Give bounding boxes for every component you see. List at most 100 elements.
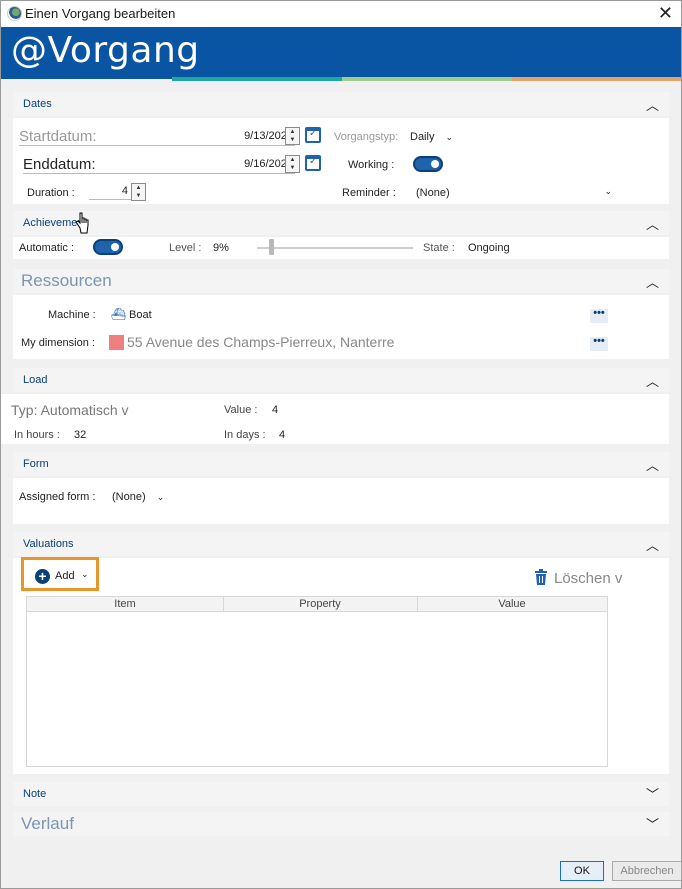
enddatum-label: Enddatum: [23,156,96,173]
level-slider-thumb[interactable] [269,239,274,255]
dimension-more-button[interactable]: ••• [590,336,608,351]
in-hours-value: 32 [74,429,87,441]
section-title-load: Load [23,374,48,386]
chevron-up-icon[interactable]: ︿ [646,214,659,233]
assigned-form-select[interactable]: (None) ⌄ [112,491,164,503]
accent-stripe-teal [172,77,342,81]
enddatum-field[interactable]: Enddatum: 9/16/2021 [23,156,295,174]
delete-button[interactable]: Löschen v [554,570,622,587]
chevron-up-icon[interactable]: ︿ [646,535,659,554]
column-header-item[interactable]: Item [27,598,223,610]
title-bar: Einen Vorgang bearbeiten ✕ [1,1,681,27]
section-header-valuations[interactable]: Valuations ︿ [13,532,669,556]
machine-more-button[interactable]: ••• [590,308,608,323]
hand-cursor-icon [75,212,89,234]
chevron-down-icon: ⌄ [604,186,612,196]
startdatum-stepper[interactable]: ▲ ▼ [285,127,300,145]
close-icon[interactable]: ✕ [658,4,673,22]
reminder-value: (None) [416,187,450,199]
reminder-select[interactable]: (None) ⌄ [416,186,612,199]
section-header-verlauf[interactable]: Verlauf ﹀ [13,812,669,836]
valuations-table[interactable]: Item Property Value [26,596,608,767]
chevron-up-icon[interactable]: ︿ [646,371,659,390]
calendar-icon[interactable] [305,155,321,171]
section-header-ressourcen[interactable]: Ressourcen ︿ [13,269,669,293]
ok-button[interactable]: OK [560,861,604,881]
header-banner: @Vorgang [1,27,681,79]
section-body-form: Assigned form : (None) ⌄ [13,478,669,524]
working-toggle[interactable] [413,156,443,172]
section-body-ressourcen: Machine : ⛴ Boat ••• My dimension : 55 A… [13,295,669,359]
banner-title: @Vorgang [11,30,200,71]
add-label: Add [55,570,75,582]
dialog-window: Einen Vorgang bearbeiten ✕ @Vorgang Date… [0,0,682,889]
automatic-label: Automatic : [19,242,75,254]
section-title-note: Note [23,788,47,800]
level-slider[interactable] [257,247,413,249]
in-hours-label: In hours : [14,429,60,441]
add-valuation-button[interactable]: + Add ⌄ [21,557,99,591]
calendar-icon[interactable] [305,127,321,143]
app-icon [7,6,22,21]
reminder-label: Reminder : [342,187,396,199]
chevron-down-icon: ⌄ [81,569,89,579]
vorgangstyp-label: Vorgangstyp: [334,131,399,143]
chevron-down-icon: ⌄ [445,132,454,142]
section-body-dates: Startdatum: 9/13/2021 ▲▼ Enddatum: 9/16/… [13,118,669,204]
vorgangstyp-select[interactable]: Daily ⌄ [410,131,453,143]
level-value: 9% [213,242,229,254]
column-header-value[interactable]: Value [417,598,607,610]
chevron-up-icon[interactable]: ︿ [646,455,659,474]
duration-label: Duration : [27,187,75,199]
boat-icon: ⛴ [111,307,127,321]
machine-label: Machine : [48,309,96,321]
working-label: Working : [348,159,395,171]
load-value-label: Value : [224,404,258,416]
chevron-down-icon[interactable]: ﹀ [646,814,659,833]
plus-circle-icon: + [35,569,50,584]
in-days-label: In days : [224,429,266,441]
duration-stepper[interactable]: ▲ ▼ [131,183,146,201]
section-title-valuations: Valuations [23,538,74,550]
state-value: Ongoing [468,242,510,254]
section-header-dates[interactable]: Dates ︿ [13,92,669,116]
accent-stripe-orange [512,77,681,81]
section-header-load[interactable]: Load ︿ [13,368,669,392]
window-title: Einen Vorgang bearbeiten [25,6,176,21]
trash-icon [534,569,548,588]
section-title-verlauf: Verlauf [21,814,74,833]
column-header-property[interactable]: Property [223,598,417,610]
table-header: Item Property Value [27,597,607,612]
section-header-note[interactable]: Note ﹀ [13,782,669,806]
chevron-up-icon[interactable]: ︿ [646,272,659,291]
machine-value[interactable]: Boat [129,309,152,321]
dimension-value[interactable]: 55 Avenue des Champs-Pierreux, Nanterre [127,334,394,350]
chevron-down-icon: ⌄ [156,492,165,502]
accent-stripe-green [342,77,512,81]
load-type-select[interactable]: Typ: Automatisch v [11,402,129,418]
enddatum-stepper[interactable]: ▲ ▼ [285,155,300,173]
section-title-form: Form [23,458,49,470]
load-value: 4 [272,404,279,416]
cancel-button[interactable]: Abbrechen [612,861,682,881]
startdatum-field[interactable]: Startdatum: 9/13/2021 [19,128,295,146]
dimension-color-swatch [109,335,124,350]
section-title-ressourcen: Ressourcen [21,271,112,290]
dimension-label: My dimension : [21,337,95,349]
section-header-form[interactable]: Form ︿ [13,452,669,476]
in-days-value: 4 [279,429,286,441]
vorgangstyp-value: Daily [410,131,435,143]
duration-input[interactable]: 4 [89,185,131,200]
section-body-achievement: Automatic : Level : 9% State : Ongoing [13,237,669,259]
section-body-load: Typ: Automatisch v Value : 4 In hours : … [1,394,669,444]
assigned-form-value: (None) [112,491,146,503]
chevron-up-icon[interactable]: ︿ [646,95,659,114]
level-label: Level : [169,242,202,254]
automatic-toggle[interactable] [93,239,123,255]
state-label: State : [423,242,455,254]
section-title-dates: Dates [23,98,52,110]
assigned-form-label: Assigned form : [19,491,96,503]
startdatum-label: Startdatum: [19,128,97,145]
section-header-achievement[interactable]: Achievement ︿ [13,211,669,235]
chevron-down-icon[interactable]: ﹀ [646,784,659,803]
